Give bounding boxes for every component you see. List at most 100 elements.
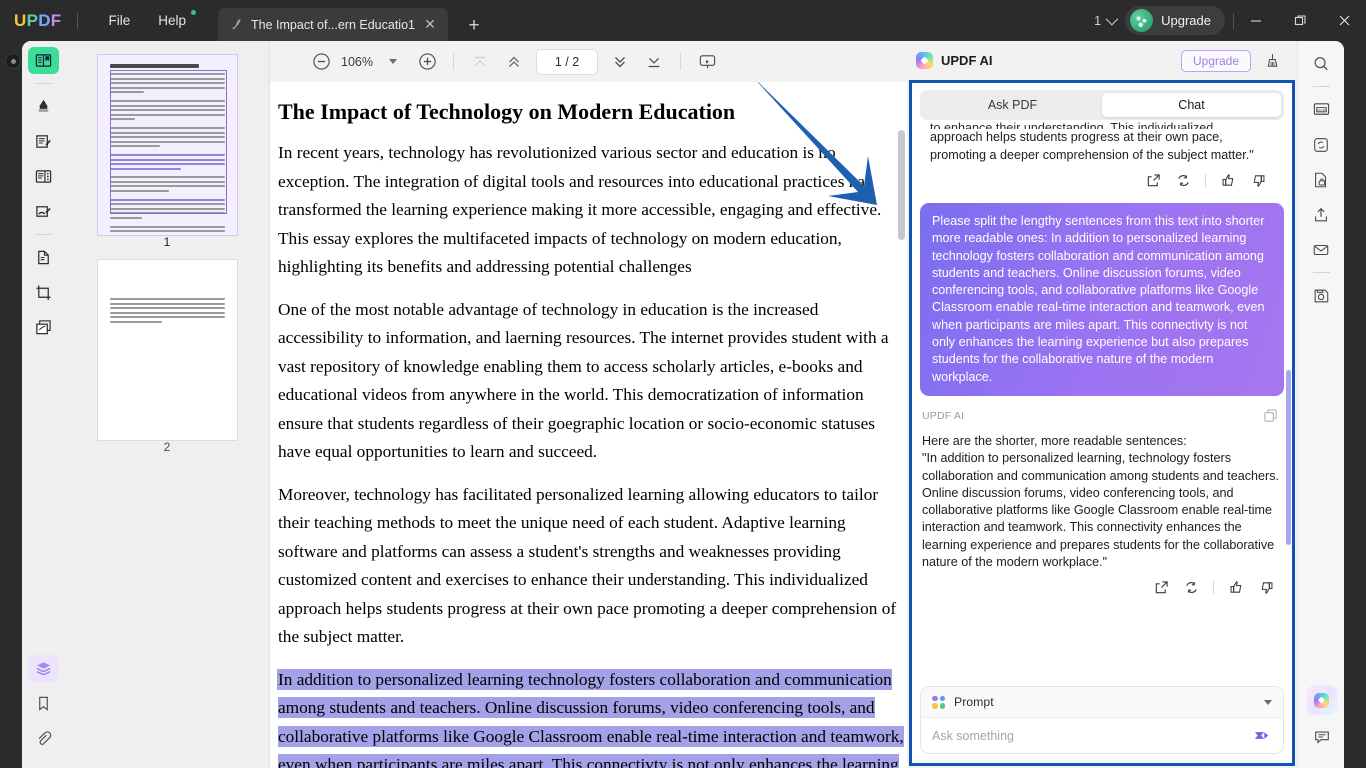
chevron-down-icon [389,59,397,64]
prompt-label: Prompt [954,695,1255,709]
pin-sidebar-toggle[interactable] [5,53,21,69]
sidebar-item-save[interactable] [1306,282,1337,309]
sidebar-item-crop[interactable] [28,279,59,306]
upgrade-button-label: Upgrade [1161,13,1211,28]
actions-divider [1205,174,1206,187]
sidebar-item-email[interactable] [1306,236,1337,263]
document-paragraph: In recent years, technology has revoluti… [278,139,907,282]
updf-ai-icon [1314,693,1329,708]
ask-input-placeholder[interactable]: Ask something [932,729,1250,743]
document-tab[interactable]: The Impact of...ern Educatio1 ✕ [218,8,448,41]
export-icon[interactable] [1151,577,1171,597]
menu-help[interactable]: Help [144,8,200,33]
next-page-icon [611,53,629,71]
thumbs-down-icon[interactable] [1248,170,1268,190]
window-count-label: 1 [1094,14,1101,28]
toolbar-divider [453,53,454,70]
window-list-button[interactable]: 1 [1094,14,1115,28]
ai-chat-container: Ask PDF Chat to enhance their understand… [909,80,1295,766]
sidebar-item-fill-sign[interactable] [28,198,59,225]
tab-strip: The Impact of...ern Educatio1 ✕ + [218,0,486,41]
zoom-out-button[interactable] [304,47,338,77]
sidebar-item-layers[interactable] [28,655,59,682]
sidebar-item-search[interactable] [1306,50,1337,77]
regenerate-icon[interactable] [1181,577,1201,597]
previous-page-button[interactable] [497,47,531,77]
sidebar-item-highlighter[interactable] [28,93,59,120]
compose-box: Prompt Ask something [920,686,1284,754]
highlighted-text-block[interactable]: In addition to personalized learning tec… [278,666,907,768]
menu-file[interactable]: File [94,8,144,33]
avatar [1130,9,1153,32]
zoom-level-value[interactable]: 106% [338,55,376,69]
zoom-in-icon [418,52,437,71]
upgrade-button[interactable]: Upgrade [1125,6,1225,35]
sidebar-item-edit-pdf[interactable] [28,128,59,155]
thumbs-up-icon[interactable] [1218,170,1238,190]
titlebar-right-group: 1 Upgrade [1094,0,1366,41]
document-paragraph: One of the most notable advantage of tec… [278,296,907,467]
four-dots-icon [932,696,945,709]
sidebar-item-updf-ai[interactable] [1308,686,1336,714]
copy-icon[interactable] [1260,406,1280,426]
sidebar-item-organize-pages[interactable] [28,163,59,190]
document-area: 106% [270,41,907,768]
sidebar-item-attachment[interactable] [28,725,59,752]
assistant-message-text: Here are the shorter, more readable sent… [922,433,1282,571]
ai-message-scroll[interactable]: to enhance their understanding. This ind… [912,120,1292,680]
page-thumbnail-1[interactable] [98,55,237,235]
logo-letter-p: P [27,11,39,30]
thumbnail-page-number: 2 [164,440,171,454]
document-scrollbar[interactable] [898,130,905,240]
last-page-button[interactable] [637,47,671,77]
sidebar-item-comment[interactable] [1306,723,1337,750]
thumbnail-item[interactable]: 2 [98,260,237,454]
sidebar-item-convert[interactable] [28,244,59,271]
ai-chat-scrollbar[interactable] [1286,370,1291,545]
presentation-mode-button[interactable] [690,47,724,77]
thumbs-down-icon[interactable] [1256,577,1276,597]
ai-tab-group: Ask PDF Chat [920,90,1284,120]
rail-divider [35,83,52,84]
send-button[interactable] [1250,725,1272,747]
close-tab-icon[interactable]: ✕ [422,16,438,33]
export-icon[interactable] [1143,170,1163,190]
close-window-button[interactable] [1322,0,1366,41]
workspace: 1 2 10 [22,41,1344,768]
ai-upgrade-button[interactable]: Upgrade [1181,50,1251,72]
restore-button[interactable] [1278,0,1322,41]
thumbnail-panel[interactable]: 1 2 [65,41,270,768]
selected-text: In addition to personalized learning tec… [278,670,904,768]
clipped-text-line: to enhance their understanding. This ind… [930,120,1274,129]
next-page-button[interactable] [603,47,637,77]
thumbs-up-icon[interactable] [1226,577,1246,597]
zoom-dropdown-button[interactable] [376,47,410,77]
rail-divider-2 [35,234,52,235]
first-page-button[interactable] [463,47,497,77]
thumbnail-item[interactable]: 1 [98,55,237,249]
sidebar-item-reader[interactable] [28,47,59,74]
sidebar-item-share[interactable] [1306,201,1337,228]
tab-ask-pdf[interactable]: Ask PDF [923,93,1102,117]
minimize-button[interactable] [1234,0,1278,41]
zoom-in-button[interactable] [410,47,444,77]
prompt-selector[interactable]: Prompt [921,687,1283,718]
sidebar-item-convert[interactable] [1306,131,1337,158]
restore-icon [1294,14,1307,27]
page-number-input[interactable]: 1 / 2 [536,49,598,75]
clear-chat-button[interactable] [1259,48,1285,74]
sidebar-item-ocr[interactable]: OCR [1306,96,1337,123]
assistant-label-row: UPDF AI [920,396,1284,431]
tab-chat[interactable]: Chat [1102,93,1281,117]
user-message: Please split the lengthy sentences from … [920,203,1284,396]
sidebar-item-bookmark[interactable] [28,690,59,717]
ask-input-row[interactable]: Ask something [921,718,1283,753]
regenerate-icon[interactable] [1173,170,1193,190]
attachment-icon [35,730,52,747]
sidebar-item-compress[interactable] [28,314,59,341]
new-tab-button[interactable]: + [462,15,486,37]
left-rail-bottom-group [22,655,65,760]
pdf-page[interactable]: The Impact of Technology on Modern Educa… [270,82,907,768]
page-thumbnail-2[interactable] [98,260,237,440]
sidebar-item-protect[interactable] [1306,166,1337,193]
